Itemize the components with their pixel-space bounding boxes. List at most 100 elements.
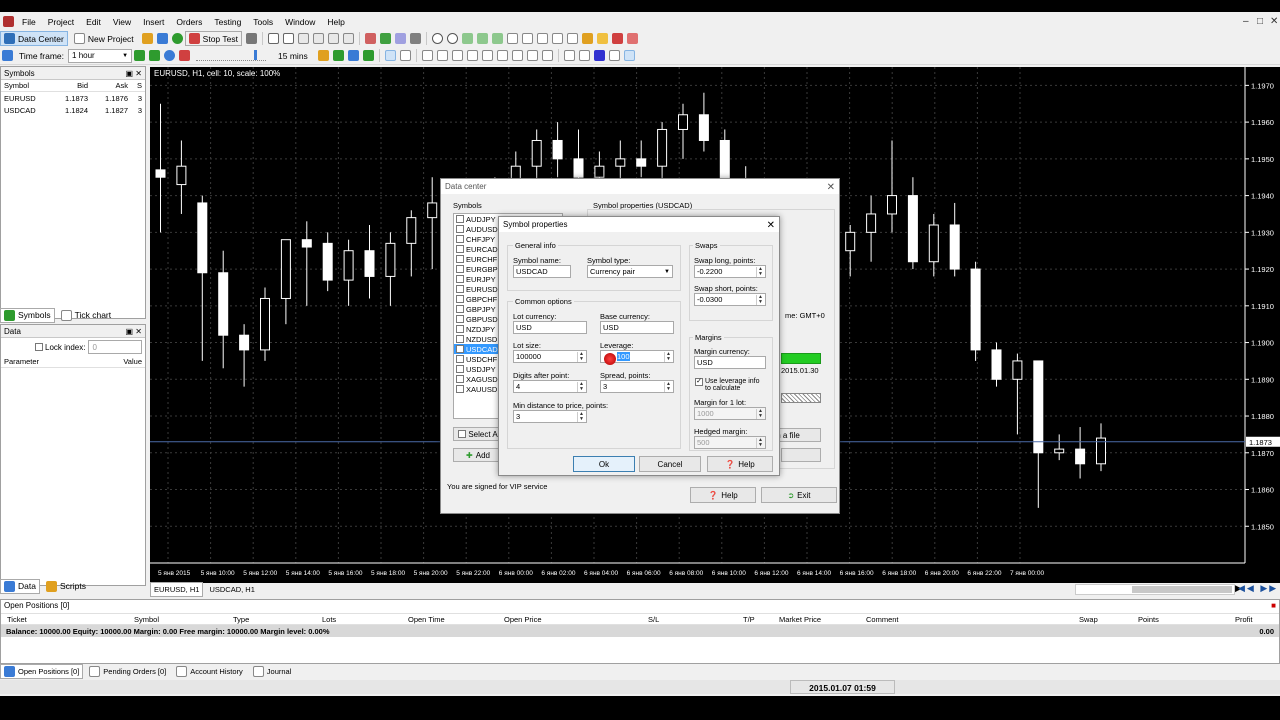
spin-arrows-icon[interactable]: ▲ ▼ (756, 408, 763, 419)
zoom-in-icon[interactable] (431, 33, 443, 44)
positions-col-header[interactable]: Type (233, 615, 249, 624)
zoom-out-icon[interactable] (446, 33, 458, 44)
arrows-icon[interactable] (541, 50, 553, 61)
cursor-icon[interactable] (384, 50, 396, 61)
menu-orders[interactable]: Orders (170, 17, 208, 27)
save-icon[interactable] (156, 33, 168, 44)
symbol-type-select[interactable]: Currency pair ▼ (587, 265, 673, 278)
export-button[interactable] (781, 448, 821, 462)
candle-chart-icon[interactable] (476, 33, 488, 44)
symbol-checkbox[interactable] (456, 345, 464, 353)
menu-project[interactable]: Project (42, 17, 80, 27)
symbol-col-header[interactable]: Symbol (4, 81, 48, 90)
ok-button[interactable]: Ok (573, 456, 635, 472)
label-icon[interactable] (526, 50, 538, 61)
panel-close-icon[interactable]: ▣ ✕ (126, 69, 142, 78)
close-order-icon[interactable] (409, 33, 421, 44)
tick-icon[interactable] (347, 50, 359, 61)
menu-help[interactable]: Help (321, 17, 350, 27)
timeframe-select[interactable]: 1 hour ▼ (68, 48, 133, 63)
copy-icon[interactable] (312, 33, 324, 44)
step-forward-icon[interactable] (134, 50, 146, 61)
symbol-checkbox[interactable] (456, 255, 464, 263)
line-chart-icon[interactable] (491, 33, 503, 44)
tab-chart-eurusd[interactable]: EURUSD, H1 (150, 582, 204, 597)
positions-col-header[interactable]: Symbol (134, 615, 159, 624)
play-icon[interactable] (149, 50, 161, 61)
spin-arrows-icon[interactable]: ▲ ▼ (756, 294, 763, 305)
lot-currency-input[interactable]: USD (513, 321, 587, 334)
spread-stepper[interactable]: 3 ▲ ▼ (600, 380, 674, 393)
wave-icon[interactable] (496, 50, 508, 61)
ask-col-header[interactable]: Ask (88, 81, 128, 90)
symbol-checkbox[interactable] (456, 215, 464, 223)
autoscroll-icon[interactable] (506, 33, 518, 44)
tab-open-positions[interactable]: Open Positions [0] (0, 663, 84, 679)
cancel-button[interactable]: Cancel (639, 456, 701, 472)
use-leverage-checkbox[interactable]: ✓ (695, 378, 703, 386)
symbol-checkbox[interactable] (456, 375, 464, 383)
symbol-checkbox[interactable] (456, 365, 464, 373)
table-row[interactable]: EURUSD 1.1873 1.1876 3 (1, 92, 145, 104)
font-icon[interactable] (563, 50, 575, 61)
panel-close-icon[interactable]: ■ (1271, 601, 1276, 612)
chart-nav-icons[interactable]: ◀◀ ▶▶ (1238, 583, 1278, 594)
spin-arrows-icon[interactable]: ▲ ▼ (577, 351, 584, 362)
brush-icon[interactable] (596, 33, 608, 44)
cross-icon[interactable] (364, 33, 376, 44)
test-settings-icon[interactable] (245, 33, 257, 44)
margin-currency-input[interactable]: USD (694, 356, 766, 369)
chart-shift-icon[interactable] (521, 33, 533, 44)
lock-index-input[interactable]: 0 (88, 340, 143, 354)
tab-chart-usdcad[interactable]: USDCAD, H1 (205, 582, 258, 597)
color-icon[interactable] (593, 50, 605, 61)
chart-scrollbar[interactable] (1075, 584, 1235, 595)
symbol-checkbox[interactable] (456, 295, 464, 303)
symbol-checkbox[interactable] (456, 315, 464, 323)
open-folder-icon[interactable] (141, 33, 153, 44)
data-center-button[interactable]: Data Center (0, 31, 68, 46)
menu-edit[interactable]: Edit (80, 17, 107, 27)
minimize-icon[interactable]: – (1243, 16, 1249, 27)
trendline-icon[interactable] (451, 50, 463, 61)
bar-chart-icon[interactable] (461, 33, 473, 44)
close-icon[interactable]: ✕ (827, 182, 835, 193)
chart-scrollbar-thumb[interactable] (1132, 586, 1232, 593)
positions-col-header[interactable]: Market Price (779, 615, 821, 624)
bar-step-icon[interactable] (362, 50, 374, 61)
symbol-checkbox[interactable] (456, 275, 464, 283)
buy-icon[interactable] (379, 33, 391, 44)
spin-arrows-icon[interactable]: ▲ ▼ (756, 266, 763, 277)
positions-col-header[interactable]: Ticket (7, 615, 27, 624)
objects-icon[interactable] (626, 33, 638, 44)
grid-icon[interactable] (536, 33, 548, 44)
base-currency-input[interactable]: USD (600, 321, 674, 334)
restore-icon[interactable]: □ (1257, 16, 1263, 27)
text-icon[interactable] (511, 50, 523, 61)
menu-testing[interactable]: Testing (208, 17, 247, 27)
digits-stepper[interactable]: 4 ▲ ▼ (513, 380, 587, 393)
symbol-checkbox[interactable] (456, 355, 464, 363)
vertical-line-icon[interactable] (421, 50, 433, 61)
symbol-checkbox[interactable] (456, 325, 464, 333)
speed-icon[interactable] (164, 50, 176, 61)
chart-window-icon[interactable] (267, 33, 279, 44)
close-icon[interactable]: ✕ (767, 220, 775, 231)
pause-icon[interactable] (179, 50, 191, 61)
paste-icon[interactable] (327, 33, 339, 44)
symbol-checkbox[interactable] (456, 225, 464, 233)
tab-account-history[interactable]: Account History (172, 664, 247, 679)
tab-journal[interactable]: Journal (249, 664, 296, 679)
spin-arrows-icon[interactable]: ▲ ▼ (756, 437, 763, 448)
tab-tick-chart[interactable]: Tick chart (57, 308, 116, 323)
line-style-icon[interactable] (578, 50, 590, 61)
period-sep-icon[interactable] (566, 33, 578, 44)
exit-button[interactable]: ➲ Exit (761, 487, 837, 503)
close-icon[interactable]: ✕ (1270, 16, 1278, 27)
channel-icon[interactable] (466, 50, 478, 61)
help-button[interactable]: ❓ Help (707, 456, 773, 472)
delete-icon[interactable] (342, 33, 354, 44)
magnet-icon[interactable] (623, 50, 635, 61)
positions-col-header[interactable]: Points (1138, 615, 1159, 624)
min-distance-stepper[interactable]: 3 ▲ ▼ (513, 410, 587, 423)
